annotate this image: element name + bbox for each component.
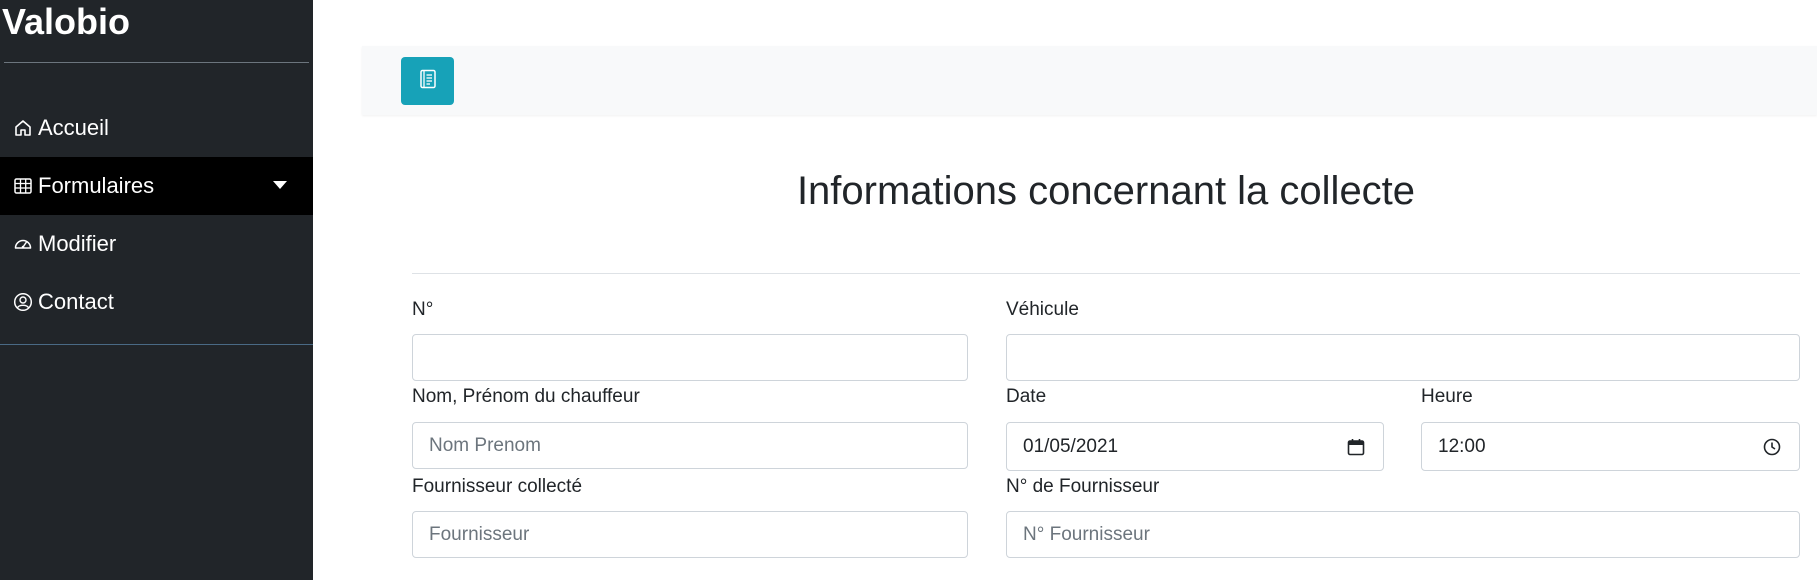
top-navbar <box>362 46 1817 115</box>
sidebar-item-contact[interactable]: Contact <box>0 273 313 331</box>
sidebar-nav: Accueil Formulaires Modifier Contact <box>0 99 313 331</box>
vehicule-label: Véhicule <box>1006 299 1079 320</box>
journal-icon <box>417 68 439 95</box>
person-circle-icon <box>13 292 33 312</box>
fournisseur-input[interactable] <box>412 511 968 558</box>
date-value: 01/05/2021 <box>1023 435 1119 457</box>
sidebar-item-label: Contact <box>38 289 114 314</box>
nav-divider <box>0 344 313 345</box>
sidebar-item-modifier[interactable]: Modifier <box>0 215 313 273</box>
sidebar-item-accueil[interactable]: Accueil <box>0 99 313 157</box>
sidebar-toggle-button[interactable] <box>401 57 454 105</box>
brand-title[interactable]: Valobio <box>2 2 130 42</box>
chauffeur-label: Nom, Prénom du chauffeur <box>412 386 640 407</box>
sidebar-item-label: Accueil <box>38 115 109 140</box>
title-divider <box>412 273 1800 274</box>
chauffeur-input[interactable] <box>412 422 968 469</box>
speedometer-icon <box>13 234 33 254</box>
sidebar-item-label: Modifier <box>38 231 117 256</box>
date-label: Date <box>1006 386 1047 407</box>
fournisseur-label: Fournisseur collecté <box>412 476 583 497</box>
heure-value: 12:00 <box>1438 435 1486 457</box>
page-title: Informations concernant la collecte <box>796 169 1416 213</box>
vehicule-input[interactable] <box>1006 334 1800 381</box>
brand-divider <box>4 62 309 63</box>
date-input[interactable]: 01/05/2021 <box>1006 422 1384 471</box>
num-fournisseur-label: N° de Fournisseur <box>1006 476 1160 497</box>
home-icon <box>13 118 33 138</box>
numero-label: N° <box>412 299 434 320</box>
table-icon <box>13 176 33 196</box>
heure-label: Heure <box>1421 386 1473 407</box>
numero-input[interactable] <box>412 334 968 381</box>
heure-input[interactable]: 12:00 <box>1421 422 1800 471</box>
caret-down-icon[interactable] <box>273 181 287 189</box>
calendar-icon[interactable] <box>1345 436 1367 458</box>
clock-icon[interactable] <box>1761 436 1783 458</box>
sidebar-item-formulaires[interactable]: Formulaires <box>0 157 313 215</box>
num-fournisseur-input[interactable] <box>1006 511 1800 558</box>
sidebar-item-label: Formulaires <box>38 173 155 198</box>
sidebar: Valobio Accueil Formulaires Modifier Con… <box>0 0 313 580</box>
